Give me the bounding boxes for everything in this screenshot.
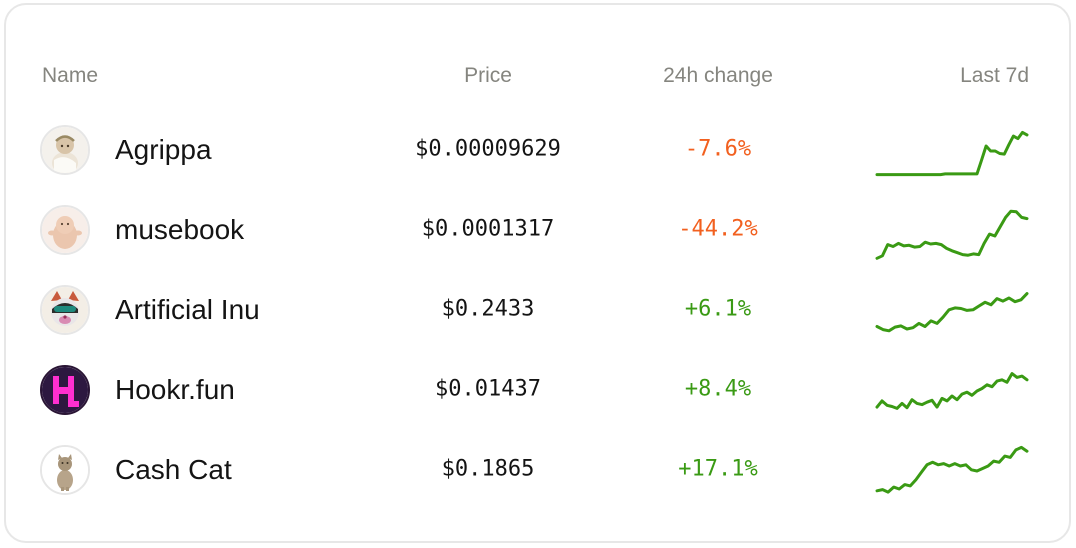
coin-24h-change: -44.2% [678, 216, 758, 242]
coin-row-cash-cat[interactable]: Cash Cat $0.1865 +17.1% [0, 430, 1076, 510]
column-header-24h-change[interactable]: 24h change [663, 64, 773, 88]
coin-24h-change: -7.6% [684, 136, 752, 162]
coin-price: $0.01437 [435, 376, 541, 402]
coin-price: $0.0001317 [421, 216, 555, 242]
coin-name: Hookr.fun [115, 374, 235, 405]
coin-price: $0.1865 [441, 456, 535, 482]
coin-name: musebook [115, 214, 245, 245]
coin-name: Cash Cat [115, 454, 232, 485]
sparkline-7d [875, 130, 1029, 177]
coin-24h-change: +6.1% [684, 296, 752, 322]
coin-name: Artificial Inu [115, 294, 260, 325]
sparkline-7d [875, 445, 1029, 494]
coin-row-musebook[interactable]: musebook $0.0001317 -44.2% [0, 190, 1076, 270]
letter-h-logo-icon [40, 365, 90, 415]
coin-24h-change: +8.4% [684, 376, 752, 402]
column-header-price[interactable]: Price [464, 64, 512, 88]
sparkline-7d [875, 292, 1029, 333]
column-header-last-7d[interactable]: Last 7d [960, 64, 1029, 88]
coin-name: Agrippa [115, 134, 212, 165]
coin-row-agrippa[interactable]: Agrippa $0.00009629 -7.6% [0, 110, 1076, 190]
sparkline-7d [875, 372, 1029, 410]
coin-price: $0.2433 [441, 296, 535, 322]
sparkline-7d [875, 209, 1029, 260]
toga-figure-icon [40, 125, 90, 175]
coin-row-artificial-inu[interactable]: Artificial Inu $0.2433 +6.1% [0, 270, 1076, 350]
coin-row-hookr-fun[interactable]: Hookr.fun $0.01437 +8.4% [0, 350, 1076, 430]
cat-face-icon [40, 285, 90, 335]
coin-24h-change: +17.1% [678, 456, 758, 482]
plush-creature-icon [40, 205, 90, 255]
column-header-name[interactable]: Name [42, 64, 98, 88]
coin-price: $0.00009629 [415, 136, 561, 162]
cat-photo-icon [40, 445, 90, 495]
